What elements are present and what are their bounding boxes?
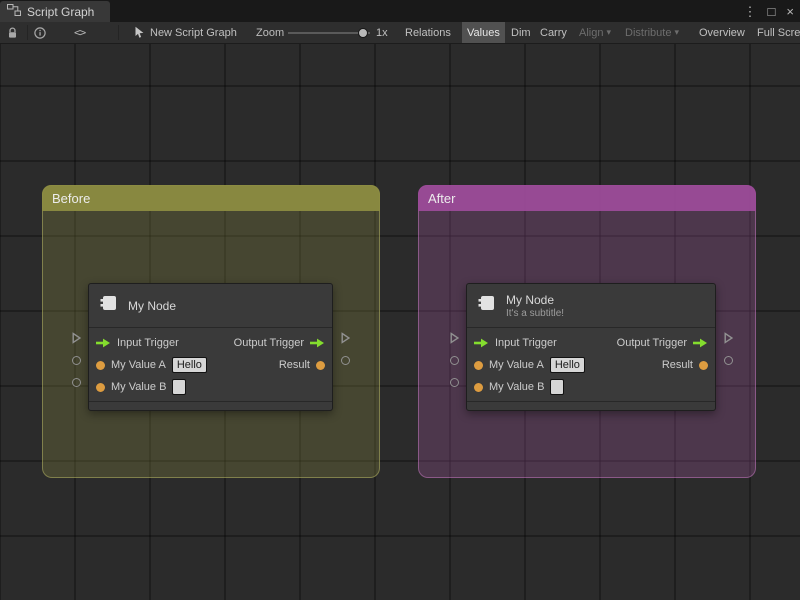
value-output-connector-icon[interactable] [720, 349, 736, 371]
graph-canvas[interactable]: Before My Node Input Trigger Output Trig… [0, 44, 800, 600]
window-close-icon[interactable]: × [786, 5, 794, 18]
values-button[interactable]: Values [462, 22, 505, 43]
node-right-connectors [720, 327, 736, 371]
node-header[interactable]: My Node It's a subtitle! [467, 284, 715, 328]
window-maximize-icon[interactable]: □ [768, 5, 776, 18]
value-a-input[interactable]: Hello [549, 357, 585, 373]
value-b-input[interactable] [550, 379, 565, 395]
port-label: My Value A [489, 359, 544, 371]
lock-icon[interactable] [7, 22, 18, 43]
value-output-connector-icon[interactable] [337, 349, 353, 371]
port-my-value-a[interactable]: My Value A Hello [474, 357, 585, 373]
flow-arrow-icon [693, 338, 708, 348]
script-graph-icon [7, 4, 21, 19]
value-port-icon [474, 382, 483, 392]
zoom-slider-knob[interactable] [358, 28, 368, 38]
flow-arrow-icon [96, 338, 111, 348]
window-menu-icon[interactable]: ⋮ [744, 5, 757, 18]
port-label: Output Trigger [233, 337, 304, 349]
value-port-icon [699, 360, 708, 370]
info-icon[interactable] [34, 22, 46, 43]
value-input-connector-icon[interactable] [68, 371, 84, 393]
port-result[interactable]: Result [279, 359, 325, 371]
value-input-connector-icon[interactable] [446, 371, 462, 393]
port-my-value-a[interactable]: My Value A Hello [96, 357, 207, 373]
node-unit-icon [477, 293, 497, 318]
code-edit-icon[interactable]: <> [74, 22, 86, 43]
distribute-button-label: Distribute [625, 26, 672, 39]
graph-name-label[interactable]: New Script Graph [150, 22, 237, 43]
node-subtitle: It's a subtitle! [506, 307, 565, 319]
zoom-label: Zoom [256, 26, 285, 39]
port-label: My Value B [111, 381, 167, 393]
flow-output-connector-icon[interactable] [720, 327, 736, 349]
value-b-input[interactable] [172, 379, 187, 395]
node-title: My Node [128, 298, 177, 313]
group-after[interactable]: After My Node It's a subtitle! Input Tri… [418, 185, 756, 478]
zoom-value: 1x [376, 26, 388, 39]
full-screen-button[interactable]: Full Screen [752, 22, 800, 43]
value-a-input[interactable]: Hello [171, 357, 207, 373]
group-header[interactable]: After [418, 185, 756, 211]
node-title: My Node [506, 292, 555, 307]
graph-toolbar: <> New Script Graph Zoom 1x Relations Va… [0, 22, 800, 44]
value-port-icon [96, 360, 105, 370]
node-my-node-before[interactable]: My Node Input Trigger Output Trigger My … [68, 283, 353, 411]
value-port-icon [96, 382, 105, 392]
port-label: Input Trigger [495, 337, 557, 349]
port-my-value-b[interactable]: My Value B [96, 379, 187, 395]
port-output-trigger[interactable]: Output Trigger [617, 337, 708, 349]
node-right-connectors [337, 327, 353, 371]
group-header[interactable]: Before [42, 185, 380, 211]
overview-button[interactable]: Overview [694, 22, 750, 43]
port-label: Input Trigger [117, 337, 179, 349]
port-label: My Value B [489, 381, 545, 393]
value-input-connector-icon[interactable] [68, 349, 84, 371]
node-footer [89, 401, 332, 410]
graph-pointer-icon [134, 22, 145, 43]
flow-arrow-icon [474, 338, 489, 348]
node-my-node-after[interactable]: My Node It's a subtitle! Input Trigger O… [446, 283, 736, 411]
port-input-trigger[interactable]: Input Trigger [474, 337, 557, 349]
value-input-connector-icon[interactable] [446, 349, 462, 371]
port-result[interactable]: Result [662, 359, 708, 371]
value-port-icon [316, 360, 325, 370]
port-label: Result [278, 359, 310, 371]
node[interactable]: My Node Input Trigger Output Trigger My … [88, 283, 333, 411]
toolbar-separator [27, 25, 28, 40]
relations-button[interactable]: Relations [400, 22, 456, 43]
flow-output-connector-icon[interactable] [337, 327, 353, 349]
port-label: Result [661, 359, 693, 371]
group-before[interactable]: Before My Node Input Trigger Output Trig… [42, 185, 380, 478]
tab-title: Script Graph [27, 4, 95, 19]
port-output-trigger[interactable]: Output Trigger [234, 337, 325, 349]
port-my-value-b[interactable]: My Value B [474, 379, 565, 395]
node[interactable]: My Node It's a subtitle! Input Trigger O… [466, 283, 716, 411]
group-title: After [428, 190, 456, 206]
distribute-button[interactable]: Distribute ▾ [620, 22, 684, 43]
toolbar-separator [118, 25, 119, 40]
carry-button[interactable]: Carry [535, 22, 572, 43]
node-left-connectors [68, 327, 84, 393]
dim-button[interactable]: Dim [506, 22, 536, 43]
port-label: My Value A [111, 359, 166, 371]
flow-input-connector-icon[interactable] [68, 327, 84, 349]
tab-script-graph[interactable]: Script Graph [0, 1, 111, 22]
align-button-label: Align [579, 26, 604, 39]
group-title: Before [52, 190, 91, 206]
chevron-down-icon: ▾ [674, 27, 679, 37]
flow-arrow-icon [310, 338, 325, 348]
node-left-connectors [446, 327, 462, 393]
align-button[interactable]: Align ▾ [574, 22, 616, 43]
flow-input-connector-icon[interactable] [446, 327, 462, 349]
node-footer [467, 401, 715, 410]
node-unit-icon [99, 293, 119, 318]
value-port-icon [474, 360, 483, 370]
chevron-down-icon: ▾ [606, 27, 611, 37]
window-tab-bar: Script Graph ⋮ □ × [0, 0, 800, 22]
node-header[interactable]: My Node [89, 284, 332, 328]
zoom-slider[interactable] [288, 22, 370, 43]
port-input-trigger[interactable]: Input Trigger [96, 337, 179, 349]
port-label: Output Trigger [616, 337, 687, 349]
